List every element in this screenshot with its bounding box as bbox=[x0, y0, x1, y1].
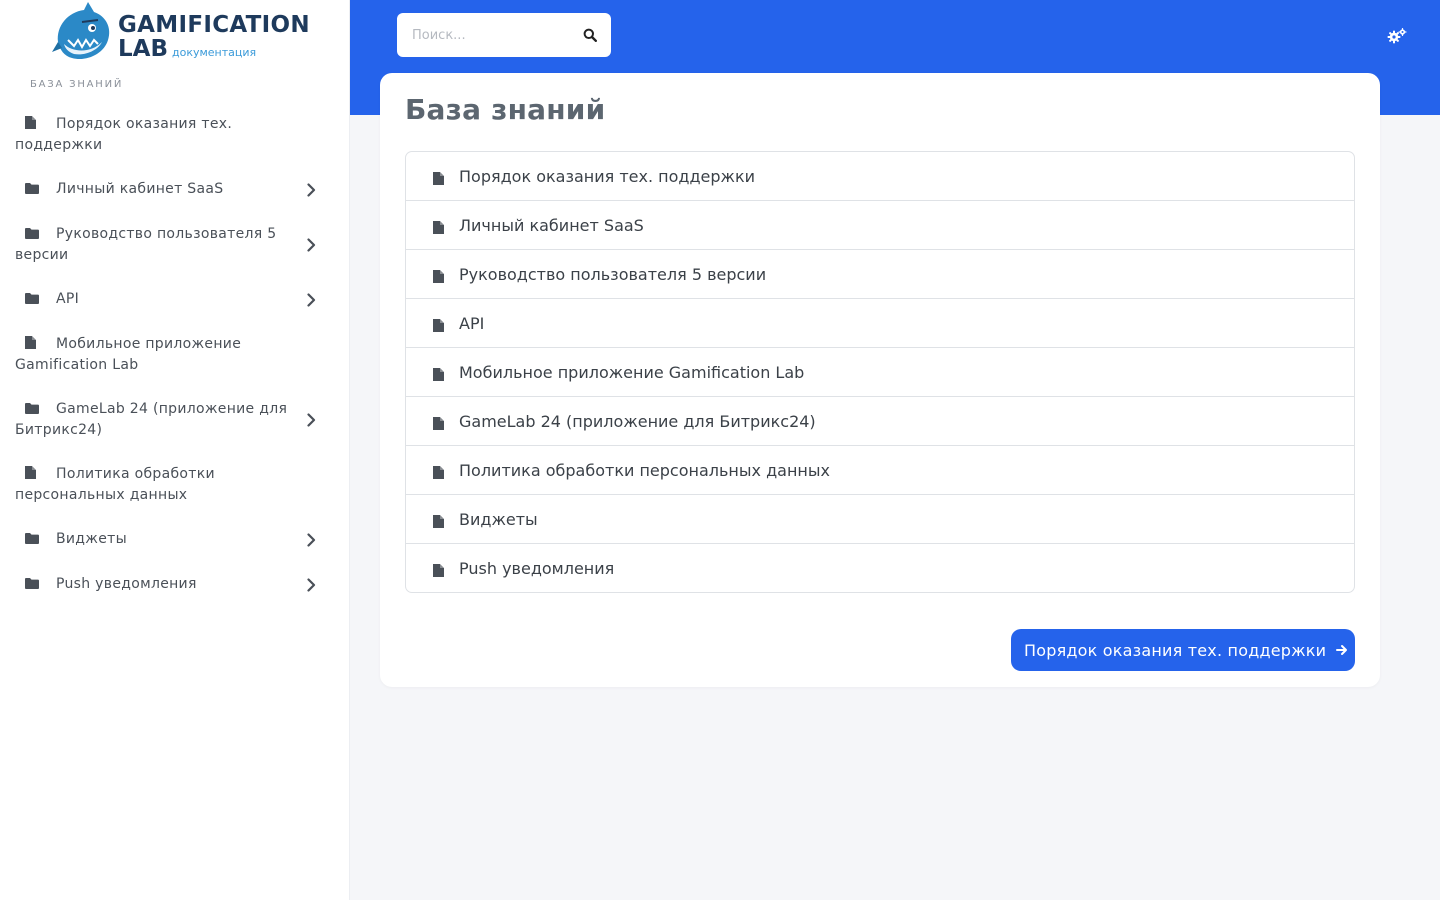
sidebar-item-label: Политика обработки персональных данных bbox=[15, 466, 215, 503]
file-icon bbox=[25, 465, 39, 485]
list-item[interactable]: Push уведомления bbox=[406, 543, 1354, 592]
chevron-right-icon[interactable] bbox=[307, 532, 316, 547]
file-icon bbox=[433, 366, 444, 381]
sidebar-item[interactable]: Политика обработки персональных данных bbox=[0, 452, 350, 517]
sidebar-item-label: Push уведомления bbox=[56, 576, 197, 592]
list-item-label: Мобильное приложение Gamification Lab bbox=[459, 362, 805, 382]
sidebar-item[interactable]: Личный кабинет SaaS bbox=[0, 167, 350, 212]
sidebar-item[interactable]: Push уведомления bbox=[0, 562, 350, 607]
list-item[interactable]: Руководство пользователя 5 версии bbox=[406, 249, 1354, 298]
folder-icon bbox=[25, 225, 39, 245]
list-item[interactable]: API bbox=[406, 298, 1354, 347]
sidebar-item[interactable]: Порядок оказания тех. поддержки bbox=[0, 102, 350, 167]
logo-subtitle: документация bbox=[172, 46, 257, 59]
list-item[interactable]: Мобильное приложение Gamification Lab bbox=[406, 347, 1354, 396]
logo-title: GAMIFICATION bbox=[118, 12, 310, 38]
article-list: Порядок оказания тех. поддержки Личный ка… bbox=[405, 151, 1355, 593]
sidebar-item[interactable]: GameLab 24 (приложение для Битрикс24) bbox=[0, 387, 350, 452]
folder-icon bbox=[25, 180, 39, 200]
chevron-right-icon[interactable] bbox=[307, 577, 316, 592]
sidebar-item-label: Руководство пользователя 5 версии bbox=[15, 226, 277, 263]
file-icon bbox=[433, 562, 444, 577]
logo-title-2: LAB bbox=[118, 36, 168, 62]
sidebar-nav: Порядок оказания тех. поддержки Личный ка… bbox=[0, 102, 350, 607]
next-page-button[interactable]: Порядок оказания тех. поддержки bbox=[1011, 629, 1355, 671]
sidebar: GAMIFICATION LAB документация БАЗА ЗНАНИЙ… bbox=[0, 0, 350, 900]
sidebar-section-title: БАЗА ЗНАНИЙ bbox=[30, 79, 124, 90]
file-icon bbox=[433, 415, 444, 430]
file-icon bbox=[433, 513, 444, 528]
logo-text: GAMIFICATION LAB документация bbox=[118, 14, 310, 61]
list-item[interactable]: Политика обработки персональных данных bbox=[406, 445, 1354, 494]
logo[interactable]: GAMIFICATION LAB документация bbox=[52, 2, 310, 64]
content-card: База знаний Порядок оказания тех. поддер… bbox=[380, 73, 1380, 687]
file-icon bbox=[25, 115, 39, 135]
list-item[interactable]: Виджеты bbox=[406, 494, 1354, 543]
folder-icon bbox=[25, 575, 39, 595]
arrow-right-icon bbox=[1336, 645, 1348, 655]
file-icon bbox=[433, 317, 444, 332]
list-item[interactable]: GameLab 24 (приложение для Битрикс24) bbox=[406, 396, 1354, 445]
file-icon bbox=[25, 335, 39, 355]
search-input[interactable] bbox=[397, 13, 567, 57]
chevron-right-icon[interactable] bbox=[307, 292, 316, 307]
list-item-label: Порядок оказания тех. поддержки bbox=[459, 166, 755, 186]
file-icon bbox=[433, 464, 444, 479]
list-item-label: Руководство пользователя 5 версии bbox=[459, 264, 767, 284]
sidebar-item[interactable]: Руководство пользователя 5 версии bbox=[0, 212, 350, 277]
list-item-label: Виджеты bbox=[459, 509, 538, 529]
file-icon bbox=[433, 219, 444, 234]
shark-mascot-icon bbox=[52, 2, 110, 60]
sidebar-item-label: API bbox=[56, 291, 80, 307]
list-item-label: GameLab 24 (приложение для Битрикс24) bbox=[459, 411, 816, 431]
chevron-right-icon[interactable] bbox=[307, 237, 316, 252]
sidebar-item[interactable]: Виджеты bbox=[0, 517, 350, 562]
sidebar-item[interactable]: Мобильное приложение Gamification Lab bbox=[0, 322, 350, 387]
list-item[interactable]: Личный кабинет SaaS bbox=[406, 200, 1354, 249]
sidebar-item-label: Виджеты bbox=[56, 531, 127, 547]
sidebar-item-label: Порядок оказания тех. поддержки bbox=[15, 116, 233, 153]
gears-icon[interactable] bbox=[1387, 27, 1407, 45]
sidebar-item-label: Личный кабинет SaaS bbox=[56, 181, 224, 197]
folder-icon bbox=[25, 400, 39, 420]
sidebar-item-label: Мобильное приложение Gamification Lab bbox=[15, 336, 242, 373]
list-item-label: Личный кабинет SaaS bbox=[459, 215, 644, 235]
search-box bbox=[397, 13, 611, 57]
chevron-right-icon[interactable] bbox=[307, 412, 316, 427]
next-page-label: Порядок оказания тех. поддержки bbox=[1024, 640, 1327, 660]
file-icon bbox=[433, 170, 444, 185]
folder-icon bbox=[25, 530, 39, 550]
file-icon bbox=[433, 268, 444, 283]
chevron-right-icon[interactable] bbox=[307, 182, 316, 197]
list-item-label: Push уведомления bbox=[459, 558, 615, 578]
search-icon[interactable] bbox=[583, 28, 597, 42]
sidebar-item-label: GameLab 24 (приложение для Битрикс24) bbox=[15, 401, 288, 438]
list-item-label: API bbox=[459, 313, 485, 333]
page-title: База знаний bbox=[405, 93, 606, 126]
folder-icon bbox=[25, 290, 39, 310]
sidebar-item[interactable]: API bbox=[0, 277, 350, 322]
list-item-label: Политика обработки персональных данных bbox=[459, 460, 830, 480]
list-item[interactable]: Порядок оказания тех. поддержки bbox=[406, 152, 1354, 200]
